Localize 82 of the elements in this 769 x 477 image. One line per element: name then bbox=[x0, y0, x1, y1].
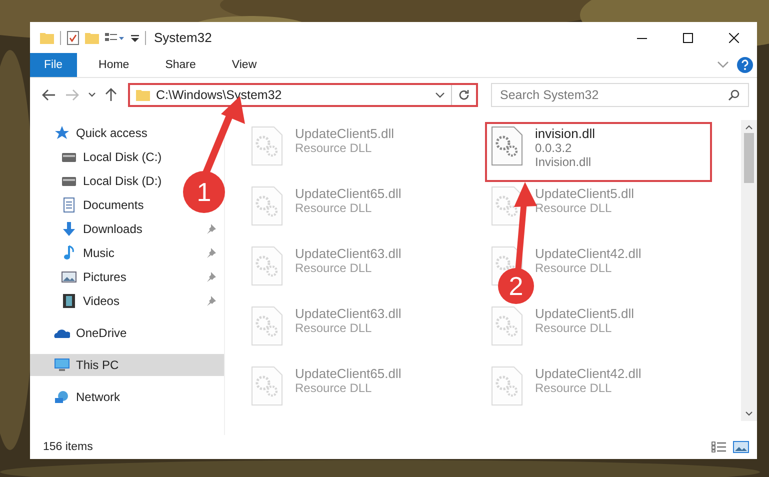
file-type: Resource DLL bbox=[295, 321, 373, 335]
pin-icon[interactable] bbox=[206, 296, 216, 306]
recent-locations-icon[interactable] bbox=[88, 92, 96, 98]
item-count: 156 items bbox=[43, 441, 93, 453]
file-type: Resource DLL bbox=[535, 261, 613, 275]
pin-icon[interactable] bbox=[206, 272, 216, 282]
maximize-icon bbox=[683, 32, 693, 42]
file-name: UpdateClient65.dll bbox=[295, 186, 402, 201]
search-field[interactable]: Search System32 bbox=[491, 83, 749, 107]
file-type: Resource DLL bbox=[295, 201, 373, 215]
file-name: UpdateClient42.dll bbox=[535, 366, 642, 381]
monitor-icon bbox=[54, 358, 70, 372]
sidebar-item[interactable]: Pictures bbox=[30, 266, 224, 288]
star-icon bbox=[54, 126, 70, 140]
file-version: 0.0.3.2 bbox=[535, 141, 573, 155]
dll-file-icon bbox=[251, 306, 283, 346]
file-name: UpdateClient5.dll bbox=[535, 186, 634, 201]
sidebar-item[interactable]: Videos bbox=[30, 290, 224, 312]
scroll-thumb[interactable] bbox=[744, 133, 754, 183]
expand-ribbon-icon[interactable] bbox=[717, 61, 729, 69]
search-icon bbox=[728, 89, 740, 101]
file-type: Resource DLL bbox=[295, 141, 373, 155]
file-type: Resource DLL bbox=[535, 321, 613, 335]
customize-toolbar-icon[interactable] bbox=[131, 32, 139, 42]
file-type: Resource DLL bbox=[295, 261, 373, 275]
large-icons-view-icon[interactable] bbox=[733, 441, 749, 453]
sidebar-item[interactable]: Quick access bbox=[30, 122, 224, 144]
scrollbar[interactable] bbox=[741, 120, 757, 421]
ribbon-tab[interactable]: Share bbox=[151, 53, 210, 77]
download-arrow-icon bbox=[61, 221, 77, 237]
dll-file-icon bbox=[491, 186, 523, 226]
file-name: UpdateClient63.dll bbox=[295, 306, 402, 321]
properties-icon[interactable] bbox=[67, 30, 79, 44]
file-name: invision.dll bbox=[535, 126, 595, 141]
file-name: UpdateClient65.dll bbox=[295, 366, 402, 381]
file-name: UpdateClient63.dll bbox=[295, 246, 402, 261]
file-type: Resource DLL bbox=[535, 381, 613, 395]
dropdown-icon[interactable] bbox=[435, 92, 445, 98]
file-name: UpdateClient5.dll bbox=[295, 126, 394, 141]
sidebar-item[interactable]: OneDrive bbox=[30, 322, 224, 344]
sidebar-item[interactable]: Music bbox=[30, 242, 224, 264]
pin-icon[interactable] bbox=[206, 224, 216, 234]
dll-file-icon bbox=[491, 366, 523, 406]
document-icon bbox=[61, 197, 77, 213]
step-marker: 1 bbox=[183, 171, 225, 213]
dll-file-icon bbox=[251, 246, 283, 286]
sidebar-item[interactable]: This PC bbox=[30, 354, 224, 376]
ribbon-tab[interactable]: Home bbox=[84, 53, 144, 77]
step-marker: 2 bbox=[498, 268, 534, 304]
pin-icon[interactable] bbox=[206, 248, 216, 258]
view-options-icon[interactable] bbox=[105, 32, 125, 44]
dll-file-icon bbox=[251, 126, 283, 166]
dll-file-icon bbox=[491, 306, 523, 346]
address-path: C:\Windows\System32 bbox=[156, 88, 283, 102]
file-name: UpdateClient5.dll bbox=[535, 306, 634, 321]
back-arrow-icon[interactable] bbox=[42, 89, 56, 101]
file-tab[interactable]: File bbox=[30, 53, 77, 77]
details-view-icon[interactable] bbox=[711, 441, 727, 453]
scroll-up-icon[interactable] bbox=[745, 124, 753, 130]
address-bar[interactable]: C:\Windows\System32 bbox=[128, 83, 478, 107]
folder-icon bbox=[136, 89, 150, 101]
help-icon[interactable] bbox=[737, 57, 753, 73]
music-note-icon bbox=[61, 245, 77, 261]
sidebar-item[interactable]: Downloads bbox=[30, 218, 224, 240]
close-icon bbox=[729, 32, 739, 42]
file-type: Resource DLL bbox=[295, 381, 373, 395]
scroll-down-icon[interactable] bbox=[745, 411, 753, 417]
file-type: Resource DLL bbox=[535, 201, 613, 215]
window-title: System32 bbox=[154, 30, 212, 45]
file-type: Invision.dll bbox=[535, 155, 592, 169]
film-icon bbox=[61, 293, 77, 309]
sidebar-item[interactable]: Network bbox=[30, 386, 224, 408]
dll-file-icon bbox=[251, 366, 283, 406]
ribbon-tab[interactable]: View bbox=[218, 53, 271, 77]
dll-file-icon bbox=[491, 126, 523, 166]
file-name: UpdateClient42.dll bbox=[535, 246, 642, 261]
refresh-icon[interactable] bbox=[458, 89, 470, 101]
sidebar-item[interactable]: Local Disk (C:) bbox=[30, 146, 224, 168]
network-icon bbox=[54, 390, 70, 404]
picture-icon bbox=[61, 269, 77, 285]
dll-file-icon bbox=[251, 186, 283, 226]
up-arrow-icon[interactable] bbox=[105, 88, 117, 102]
